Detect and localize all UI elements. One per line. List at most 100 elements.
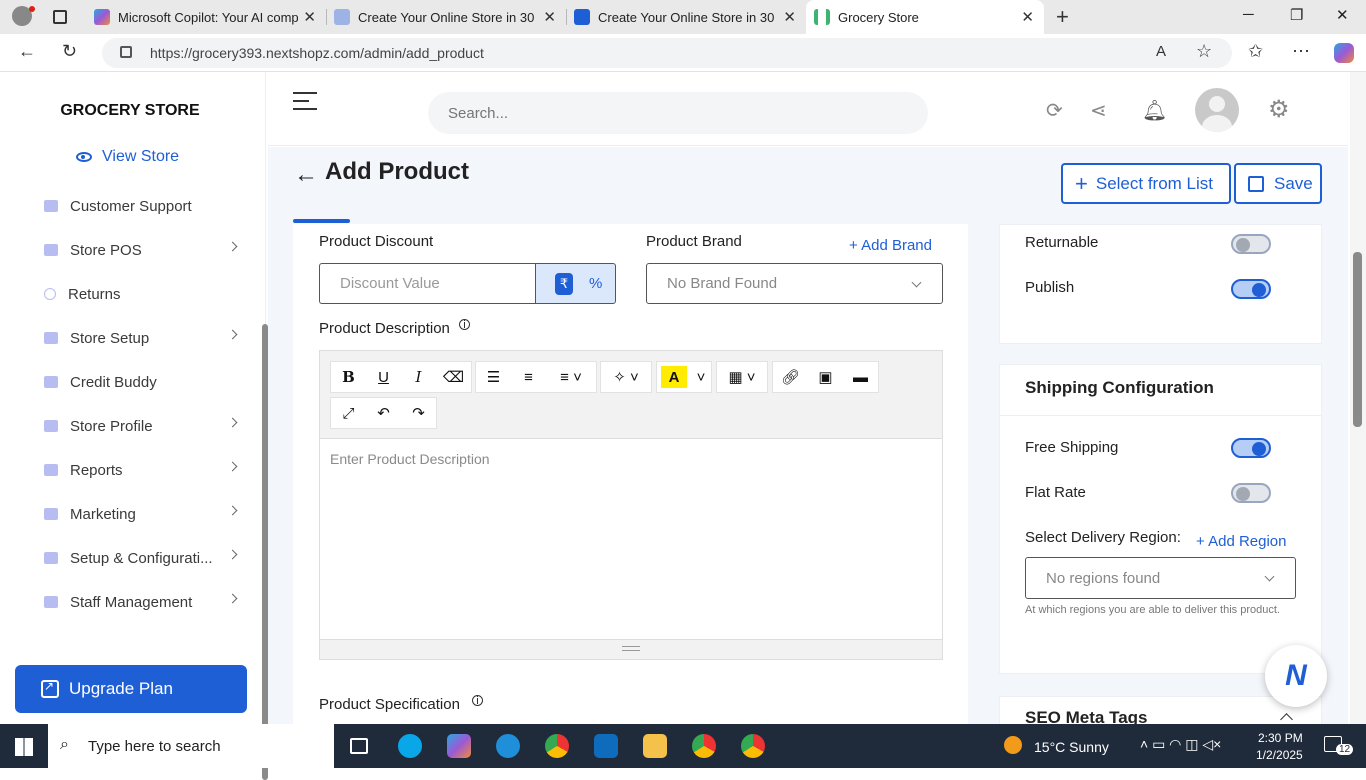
info-icon[interactable]: i	[472, 695, 483, 707]
new-tab-button[interactable]: +	[1056, 4, 1069, 30]
back-icon[interactable]: ←	[18, 41, 36, 62]
brand-select[interactable]: No Brand Found	[646, 263, 943, 304]
view-store-link[interactable]: View Store	[76, 148, 179, 166]
back-arrow-icon[interactable]: ←	[294, 161, 318, 189]
close-icon[interactable]: ✕	[783, 8, 796, 26]
file-explorer-icon[interactable]	[643, 734, 667, 758]
bullet-list-icon[interactable]: ☰	[476, 362, 511, 392]
close-icon[interactable]: ✕	[303, 8, 316, 26]
add-region-link[interactable]: + Add Region	[1196, 533, 1287, 550]
chrome-icon[interactable]	[545, 734, 569, 758]
description-textarea[interactable]: Enter Product Description	[330, 451, 490, 467]
discount-input[interactable]: Discount Value	[319, 263, 536, 304]
browser-tab[interactable]: Microsoft Copilot: Your AI compan ✕	[86, 0, 326, 34]
underline-icon[interactable]: U	[366, 362, 401, 392]
publish-toggle[interactable]	[1231, 279, 1271, 299]
browser-tab[interactable]: Create Your Online Store in 30 Sec ✕	[326, 0, 566, 34]
minimize-icon[interactable]: ─	[1243, 6, 1254, 23]
rupee-button[interactable]: ₹	[555, 272, 573, 295]
video-icon[interactable]: ▬	[843, 362, 878, 392]
redo-icon[interactable]: ↷	[401, 398, 436, 428]
add-brand-link[interactable]: + Add Brand	[849, 237, 932, 254]
save-button[interactable]: Save	[1234, 163, 1322, 204]
sidebar-item-setup-configuration[interactable]: Setup & Configurati...	[44, 546, 240, 570]
fullscreen-icon[interactable]: ⤢	[331, 398, 366, 428]
url-field[interactable]: https://grocery393.nextshopz.com/admin/a…	[102, 38, 1232, 68]
browser-tab-active[interactable]: Grocery Store ✕	[806, 0, 1044, 34]
sidebar-item-store-profile[interactable]: Store Profile	[44, 414, 240, 438]
info-icon[interactable]: i	[459, 319, 470, 331]
editor-resize-handle[interactable]	[320, 639, 942, 659]
select-from-list-button[interactable]: + Select from List	[1061, 163, 1231, 204]
sidebar-item-returns[interactable]: Returns	[44, 282, 240, 306]
sidebar-item-label: Store Setup	[70, 329, 150, 347]
weather-icon[interactable]	[1004, 736, 1022, 754]
close-icon[interactable]: ✕	[543, 8, 556, 26]
refresh-icon[interactable]: ↻	[62, 41, 77, 62]
close-icon[interactable]: ✕	[1021, 8, 1034, 26]
share-icon[interactable]: ⋖	[1090, 98, 1107, 123]
sidebar-item-store-pos[interactable]: Store POS	[44, 238, 240, 262]
browser-tab[interactable]: Create Your Online Store in 30 Sec ✕	[566, 0, 806, 34]
clock-time[interactable]: 2:30 PM	[1258, 731, 1303, 745]
image-icon[interactable]: ▣	[808, 362, 843, 392]
weather-text[interactable]: 15°C Sunny	[1034, 739, 1109, 755]
tab-actions-icon[interactable]	[53, 10, 67, 24]
sidebar-item-reports[interactable]: Reports	[44, 458, 240, 482]
avatar[interactable]	[1195, 88, 1239, 132]
sidebar-item-marketing[interactable]: Marketing	[44, 502, 240, 526]
read-aloud-icon[interactable]: A	[1156, 43, 1166, 60]
task-view-icon[interactable]	[350, 738, 368, 754]
align-icon[interactable]: ≡ ˅	[546, 362, 596, 392]
sidebar-item-customer-support[interactable]: Customer Support	[44, 194, 240, 218]
chat-assistant-button[interactable]: N	[1265, 645, 1327, 707]
undo-icon[interactable]: ↶	[366, 398, 401, 428]
copilot-icon[interactable]	[1334, 43, 1354, 63]
percent-button[interactable]: %	[589, 275, 602, 292]
page-scrollbar[interactable]	[1350, 72, 1366, 724]
delivery-region-select[interactable]: No regions found	[1025, 557, 1296, 599]
bold-icon[interactable]: B	[331, 362, 366, 392]
returnable-toggle[interactable]	[1231, 234, 1271, 254]
chat-icon	[44, 200, 58, 212]
shipping-heading: Shipping Configuration	[1025, 378, 1214, 397]
sidebar-item-staff-management[interactable]: Staff Management	[44, 590, 240, 614]
numbered-list-icon[interactable]: ≡	[511, 362, 546, 392]
bell-icon[interactable]: 🔔︎	[1142, 98, 1167, 123]
italic-icon[interactable]: I	[401, 362, 436, 392]
taskbar-search[interactable]: ⌕ Type here to search	[48, 724, 334, 768]
chevron-down-icon[interactable]: ˅	[691, 362, 711, 392]
flat-rate-toggle[interactable]	[1231, 483, 1271, 503]
upgrade-plan-button[interactable]: Upgrade Plan	[15, 665, 247, 713]
chrome-icon[interactable]	[741, 734, 765, 758]
link-icon[interactable]: 🔗︎	[773, 362, 808, 392]
windows-start-icon[interactable]	[15, 738, 33, 756]
favorites-icon[interactable]: ✩	[1248, 41, 1263, 62]
free-shipping-toggle[interactable]	[1231, 438, 1271, 458]
tray-icons[interactable]: ˄ ▭ ◠ ◫ ◁×	[1140, 736, 1221, 753]
close-window-icon[interactable]: ✕	[1336, 6, 1349, 24]
sidebar-item-store-setup[interactable]: Store Setup	[44, 326, 240, 350]
chevron-up-icon[interactable]	[1280, 713, 1293, 724]
outlook-icon[interactable]	[594, 734, 618, 758]
edge-icon[interactable]	[496, 734, 520, 758]
lock-icon[interactable]	[120, 46, 132, 58]
favorite-star-icon[interactable]: ☆	[1196, 41, 1212, 62]
skype-icon[interactable]	[398, 734, 422, 758]
gear-icon[interactable]: ⚙	[1268, 95, 1290, 124]
sidebar-item-credit-buddy[interactable]: Credit Buddy	[44, 370, 240, 394]
table-icon[interactable]: ▦ ˅	[717, 362, 767, 392]
more-icon[interactable]: ⋯	[1292, 41, 1310, 62]
magic-wand-icon[interactable]: ✧ ˅	[601, 362, 651, 392]
eraser-icon[interactable]: ⌫	[436, 362, 471, 392]
search-input[interactable]	[428, 92, 928, 134]
tab-title: Create Your Online Store in 30 Sec	[598, 9, 778, 25]
copilot-icon	[94, 9, 110, 25]
clock-date[interactable]: 1/2/2025	[1256, 748, 1303, 762]
sync-icon[interactable]: ⟳	[1046, 98, 1063, 123]
chrome-icon[interactable]	[692, 734, 716, 758]
text-color-icon[interactable]: A	[661, 366, 687, 388]
copilot-icon[interactable]	[447, 734, 471, 758]
menu-icon[interactable]	[293, 92, 317, 112]
maximize-icon[interactable]: ❐	[1290, 6, 1303, 24]
